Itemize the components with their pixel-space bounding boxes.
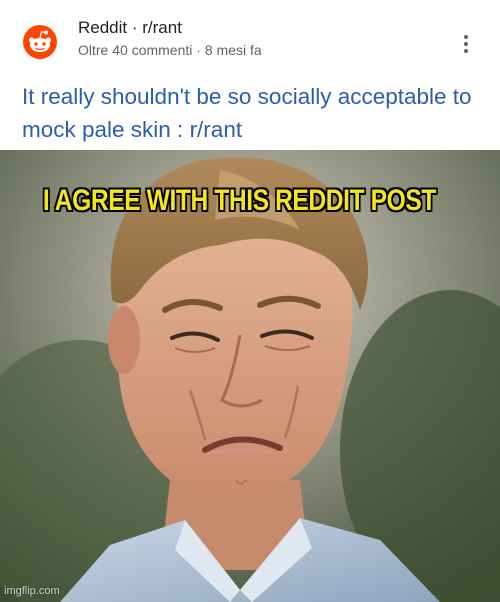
result-title-link[interactable]: It really shouldn't be so socially accep… xyxy=(22,80,482,146)
result-source-row[interactable]: Reddit · r/rant Oltre 40 commenti · 8 me… xyxy=(22,14,482,62)
search-result-card[interactable]: Reddit · r/rant Oltre 40 commenti · 8 me… xyxy=(0,0,500,150)
result-site-name: Reddit · r/rant xyxy=(78,18,182,37)
imgflip-watermark: imgflip.com xyxy=(4,585,60,597)
result-meta: Oltre 40 commenti · 8 mesi fa xyxy=(78,42,262,58)
reddit-alien-icon xyxy=(23,25,57,59)
more-vertical-icon xyxy=(464,35,468,39)
more-options-button[interactable] xyxy=(454,30,478,58)
meme-photo: I AGREE WITH THIS REDDIT POST xyxy=(0,150,500,602)
meme-caption: I AGREE WITH THIS REDDIT POST xyxy=(42,184,437,217)
